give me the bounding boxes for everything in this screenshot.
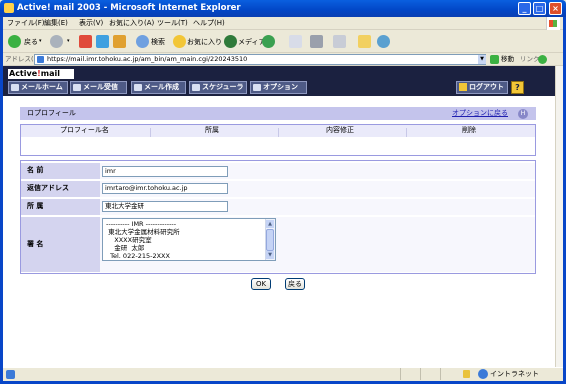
column-divider (406, 128, 407, 137)
maximize-button[interactable]: □ (533, 2, 546, 15)
status-divider (400, 368, 401, 380)
print-icon[interactable] (310, 35, 323, 48)
back-button-label[interactable]: 戻る (24, 37, 38, 47)
scroll-down-icon[interactable]: ▼ (266, 251, 274, 259)
forward-dropdown-icon[interactable]: ▾ (67, 38, 70, 44)
address-dropdown-icon[interactable]: ▼ (478, 55, 486, 64)
intranet-zone-icon (478, 369, 488, 379)
envelope-icon (73, 84, 81, 91)
column-profile-name: プロフィール名 (60, 126, 109, 134)
home-icon (11, 84, 19, 91)
media-icon[interactable] (224, 35, 237, 48)
search-button-label[interactable]: 検索 (151, 37, 165, 47)
back-button[interactable]: 戻る (285, 278, 305, 290)
help-button[interactable]: ? (511, 81, 524, 94)
menu-help[interactable]: ヘルプ(H) (193, 18, 225, 28)
address-input[interactable]: https://mail.imr.tohoku.ac.jp/am_bin/am_… (34, 54, 486, 65)
options-icon (253, 84, 261, 91)
back-dropdown-icon[interactable]: ▾ (39, 38, 42, 44)
name-input[interactable]: imr (102, 166, 228, 177)
nav-options[interactable]: オプション (250, 81, 307, 94)
mail-icon[interactable] (289, 35, 302, 48)
nav-receive[interactable]: メール受信 (70, 81, 127, 94)
scroll-thumb[interactable] (266, 229, 274, 251)
stop-icon[interactable] (79, 35, 92, 48)
column-delete: 削除 (462, 126, 476, 134)
go-arrow-icon[interactable] (490, 55, 499, 64)
nav-compose-label: メール作成 (144, 83, 179, 91)
status-divider (440, 368, 441, 380)
nav-scheduler-label: スケジューラ (202, 83, 244, 91)
page-icon (37, 56, 44, 63)
ok-button[interactable]: OK (251, 278, 271, 290)
logo-text-2: mail (40, 69, 61, 78)
favorites-star-icon[interactable] (173, 35, 186, 48)
page-status-icon (6, 370, 15, 379)
logo-text-1: Active (9, 69, 38, 78)
page-scroll-area[interactable] (555, 66, 563, 367)
nav-mail-home-label: メールホーム (21, 83, 63, 91)
menu-tools[interactable]: ツール(T) (157, 18, 188, 28)
windows-flag-icon (549, 20, 557, 27)
column-divider (278, 128, 279, 137)
reply-address-label: 返信アドレス (21, 181, 100, 197)
menu-favorites[interactable]: お気に入り(A) (109, 18, 154, 28)
discuss-icon[interactable] (358, 35, 371, 48)
page-title: ロプロフィール (27, 109, 76, 117)
logout-icon (459, 83, 467, 91)
menu-edit[interactable]: 編集(E) (44, 18, 68, 28)
calendar-icon (192, 84, 200, 91)
nav-options-label: オプション (263, 83, 298, 91)
signature-textarea[interactable]: ---------- IMR ------------- 東北大学金属材料研究所… (102, 218, 276, 261)
favorites-button-label[interactable]: お気に入り (187, 37, 222, 47)
nav-mail-home[interactable]: メールホーム (8, 81, 68, 94)
home-icon[interactable] (113, 35, 126, 48)
window-title: Active! mail 2003 - Microsoft Internet E… (17, 3, 241, 13)
nav-compose[interactable]: メール作成 (131, 81, 186, 94)
close-button[interactable]: × (549, 2, 562, 15)
forward-arrow-icon[interactable] (50, 35, 63, 48)
ie-icon (4, 3, 14, 13)
reply-address-input[interactable]: imrtaro@imr.tohoku.ac.jp (102, 183, 228, 194)
history-icon[interactable] (262, 35, 275, 48)
back-arrow-icon[interactable] (8, 35, 21, 48)
signature-label: 署 名 (21, 217, 100, 272)
nav-scheduler[interactable]: スケジューラ (189, 81, 247, 94)
compose-icon (134, 84, 142, 91)
status-divider (420, 368, 421, 380)
refresh-icon[interactable] (96, 35, 109, 48)
affiliation-input[interactable]: 東北大学金研 (102, 201, 228, 212)
toolbar-extra-icon[interactable] (538, 55, 547, 64)
nav-receive-label: メール受信 (83, 83, 118, 91)
scroll-up-icon[interactable]: ▲ (266, 220, 274, 228)
search-icon[interactable] (136, 35, 149, 48)
links-label[interactable]: リンク (520, 55, 540, 64)
edit-icon[interactable] (333, 35, 346, 48)
column-divider (150, 128, 151, 137)
column-affiliation: 所属 (205, 126, 219, 134)
affiliation-label: 所 属 (21, 199, 100, 215)
go-button-label[interactable]: 移動 (501, 55, 514, 64)
back-to-options-link[interactable]: オプションに戻る (452, 109, 508, 118)
lock-icon (463, 370, 470, 378)
minimize-button[interactable]: _ (518, 2, 531, 15)
menu-file[interactable]: ファイル(F) (7, 18, 45, 28)
app-logo: Active!mail (8, 69, 74, 79)
menu-view[interactable]: 表示(V) (79, 18, 103, 28)
help-circle-icon[interactable]: H (518, 109, 528, 119)
name-label: 名 前 (21, 163, 100, 179)
zone-label: イントラネット (490, 370, 539, 378)
column-edit: 内容修正 (326, 126, 354, 134)
messenger-icon[interactable] (377, 35, 390, 48)
